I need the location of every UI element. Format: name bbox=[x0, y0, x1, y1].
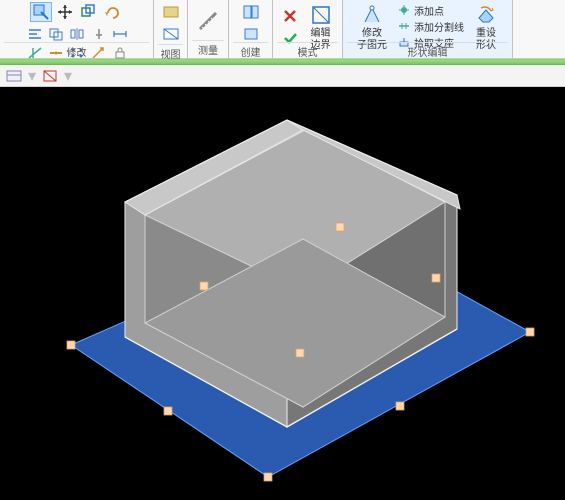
shape-handle[interactable] bbox=[336, 223, 344, 231]
panel-modify: 修改 bbox=[0, 0, 154, 58]
reset-shape-icon bbox=[474, 3, 498, 27]
align-icon[interactable] bbox=[24, 24, 46, 44]
panel-view-label: 视图 bbox=[158, 44, 183, 61]
pin-icon[interactable] bbox=[88, 24, 110, 44]
dim-icon[interactable] bbox=[109, 24, 131, 44]
measure-icon bbox=[196, 9, 220, 33]
panel-create: 创建 bbox=[229, 0, 273, 58]
edit-boundary-icon bbox=[309, 3, 333, 27]
shape-handle[interactable] bbox=[264, 473, 272, 481]
modify-subelem-l1: 修改 bbox=[362, 28, 382, 39]
copy-tool-icon[interactable] bbox=[78, 2, 100, 22]
shape-handle[interactable] bbox=[296, 349, 304, 357]
panel-mode: 编辑 边界 模式 bbox=[273, 0, 343, 58]
mirror-icon[interactable] bbox=[66, 24, 88, 44]
panel-view: 视图 bbox=[154, 0, 188, 58]
panel-shape-label: 形状编辑 bbox=[347, 42, 508, 59]
filter-icon[interactable] bbox=[40, 67, 60, 85]
3d-viewport[interactable] bbox=[0, 87, 565, 500]
rotate-tool-icon[interactable] bbox=[102, 2, 124, 22]
shape-handle[interactable] bbox=[432, 274, 440, 282]
offset-icon[interactable] bbox=[45, 24, 67, 44]
modify-subelements-icon bbox=[360, 3, 384, 27]
add-split-label: 添加分割线 bbox=[414, 19, 464, 34]
add-point-label: 添加点 bbox=[414, 3, 444, 18]
ribbon: 修改 视图 测量 创建 bbox=[0, 0, 565, 59]
viewport-canvas bbox=[0, 87, 565, 500]
panel-mode-label: 模式 bbox=[277, 42, 338, 59]
shape-handle[interactable] bbox=[67, 341, 75, 349]
create-icon-1[interactable] bbox=[240, 2, 262, 22]
cancel-mode-icon[interactable] bbox=[279, 5, 301, 27]
select-tool-icon[interactable] bbox=[30, 2, 52, 22]
measure-button[interactable] bbox=[192, 8, 224, 34]
view-icon[interactable] bbox=[160, 2, 182, 22]
add-split-icon bbox=[397, 19, 411, 33]
panel-shape-edit: 修改 子图元 添加点 添加分割线 拾取支座 bbox=[343, 0, 513, 58]
panel-measure-label: 测量 bbox=[192, 40, 224, 57]
edit-boundary-label1: 编辑 bbox=[311, 28, 331, 39]
shape-handle[interactable] bbox=[164, 407, 172, 415]
panel-create-label: 创建 bbox=[233, 42, 268, 59]
reset-shape-l1: 重设 bbox=[476, 28, 496, 39]
ribbon-panels: 修改 视图 测量 创建 bbox=[0, 0, 565, 58]
panel-modify-label: 修改 bbox=[4, 42, 149, 59]
properties-icon[interactable] bbox=[4, 67, 24, 85]
move-tool-icon[interactable] bbox=[54, 2, 76, 22]
section-icon[interactable] bbox=[160, 24, 182, 44]
create-icon-2[interactable] bbox=[240, 24, 262, 44]
shape-handle[interactable] bbox=[200, 282, 208, 290]
add-split-line-button[interactable]: 添加分割线 bbox=[395, 18, 466, 34]
shape-handle[interactable] bbox=[526, 328, 534, 336]
options-bar: ▾ ▾ bbox=[0, 65, 565, 87]
add-point-icon bbox=[397, 3, 411, 17]
add-point-button[interactable]: 添加点 bbox=[395, 2, 466, 18]
shape-handle[interactable] bbox=[396, 402, 404, 410]
panel-measure: 测量 bbox=[188, 0, 229, 58]
